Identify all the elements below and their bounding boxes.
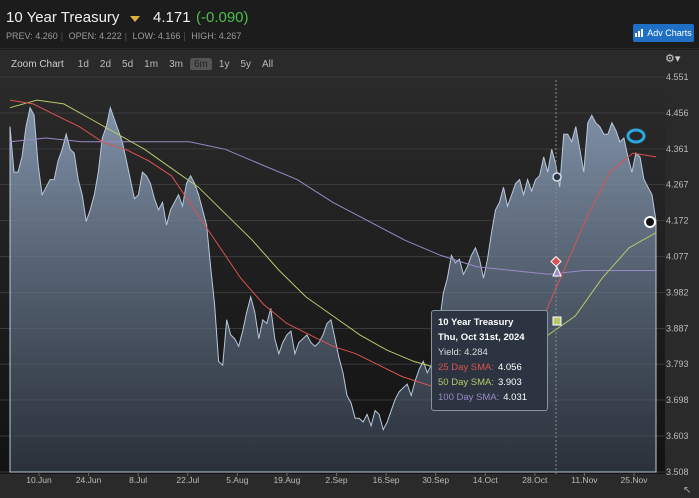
x-tick-label: 24.Jun	[76, 475, 102, 485]
stat-prev-label: PREV:	[6, 31, 33, 41]
y-tick-label: 4.077	[666, 252, 689, 262]
gear-icon[interactable]: ⚙▾	[665, 52, 680, 65]
zoom-5d-button[interactable]: 5d	[118, 58, 137, 71]
zoom-1d-button[interactable]: 1d	[74, 58, 93, 71]
y-tick-label: 3.603	[666, 431, 689, 441]
quote-stats: PREV: 4.260 | OPEN: 4.222 | LOW: 4.166 | HI…	[6, 31, 242, 41]
tooltip-sma25-value: 4.056	[497, 362, 522, 373]
zoom-bar: Zoom Chart 1d 2d 5d 1m 3m 6m 1y 5y All	[11, 57, 280, 71]
stat-prev-value: 4.260	[35, 31, 58, 41]
chevron-down-icon[interactable]	[130, 16, 140, 22]
x-tick-label: 8.Jul	[129, 475, 147, 485]
x-tick-label: 30.Sep	[422, 475, 449, 485]
sma50-hover-point	[552, 316, 562, 326]
tooltip-title: 10 Year Treasury	[438, 317, 514, 328]
stat-high-label: HIGH:	[191, 31, 217, 41]
tooltip-date: Thu, Oct 31st, 2024	[438, 332, 525, 343]
chart-icon	[635, 29, 644, 37]
quote-header: 10 Year Treasury 4.171 (-0.090) PREV: 4.…	[0, 0, 699, 49]
zoom-3m-button[interactable]: 3m	[165, 58, 187, 71]
zoom-6m-button[interactable]: 6m	[189, 57, 212, 71]
y-tick-label: 4.456	[666, 108, 689, 118]
x-tick-label: 19.Aug	[273, 475, 300, 485]
stat-open-label: OPEN:	[68, 31, 97, 41]
y-tick-label: 4.172	[666, 216, 689, 226]
tooltip-yield-value: 4.284	[464, 347, 488, 358]
x-tick-label: 25.Nov	[621, 475, 649, 485]
last-price: 4.171	[153, 9, 191, 26]
y-tick-label: 3.508	[666, 467, 689, 477]
zoom-5y-button[interactable]: 5y	[236, 58, 255, 71]
zoom-all-button[interactable]: All	[258, 58, 277, 71]
adv-charts-label: Adv Charts	[647, 28, 692, 38]
x-tick-label: 2.Sep	[325, 475, 347, 485]
x-tick-label: 22.Jul	[176, 475, 199, 485]
x-tick-label: 14.Oct	[473, 475, 499, 485]
stat-low-label: LOW:	[132, 31, 156, 41]
x-tick-label: 28.Oct	[522, 475, 548, 485]
y-tick-label: 3.982	[666, 287, 689, 297]
resize-icon[interactable]: ↖	[683, 485, 691, 496]
y-tick-label: 3.887	[666, 323, 689, 333]
zoom-label: Zoom Chart	[11, 58, 64, 70]
y-tick-label: 4.551	[666, 72, 689, 82]
yield-hover-point	[552, 172, 562, 182]
y-tick-label: 3.793	[666, 359, 689, 369]
yield-chart[interactable]: 4.551 4.456 4.361 4.267 4.172 4.077 3.982 3.887…	[0, 70, 699, 488]
y-axis-labels: 4.551 4.456 4.361 4.267 4.172 4.077 3.982 3.887…	[666, 72, 689, 477]
x-tick-label: 10.Jun	[26, 475, 52, 485]
zoom-1y-button[interactable]: 1y	[215, 58, 234, 71]
tooltip-sma50-value: 3.903	[497, 377, 522, 388]
x-tick-label: 16.Sep	[373, 475, 400, 485]
stat-low-value: 4.166	[157, 31, 181, 41]
instrument-title[interactable]: 10 Year Treasury	[6, 9, 119, 26]
x-tick-label: 5.Aug	[226, 475, 248, 485]
tooltip-yield-label: Yield:	[438, 347, 462, 358]
zoom-1m-button[interactable]: 1m	[140, 58, 162, 71]
stat-high-value: 4.267	[218, 31, 242, 41]
y-tick-label: 4.361	[666, 144, 689, 154]
y-tick-label: 3.698	[666, 395, 689, 405]
stat-open-value: 4.222	[99, 31, 122, 41]
last-price-marker	[644, 216, 656, 228]
zoom-2d-button[interactable]: 2d	[96, 58, 115, 71]
y-tick-label: 4.267	[666, 180, 689, 190]
tooltip-sma100-value: 4.031	[503, 392, 528, 403]
tooltip-sma50-label: 50 Day SMA:	[438, 377, 494, 388]
tooltip-sma100-label: 100 Day SMA:	[438, 392, 500, 403]
tooltip-sma25-label: 25 Day SMA:	[438, 362, 494, 373]
x-tick-label: 11.Nov	[571, 475, 598, 485]
price-change: (-0.090)	[196, 9, 249, 26]
adv-charts-button[interactable]: Adv Charts	[633, 24, 694, 42]
chart-tooltip: 10 Year Treasury Thu, Oct 31st, 2024 Yie…	[431, 310, 548, 411]
